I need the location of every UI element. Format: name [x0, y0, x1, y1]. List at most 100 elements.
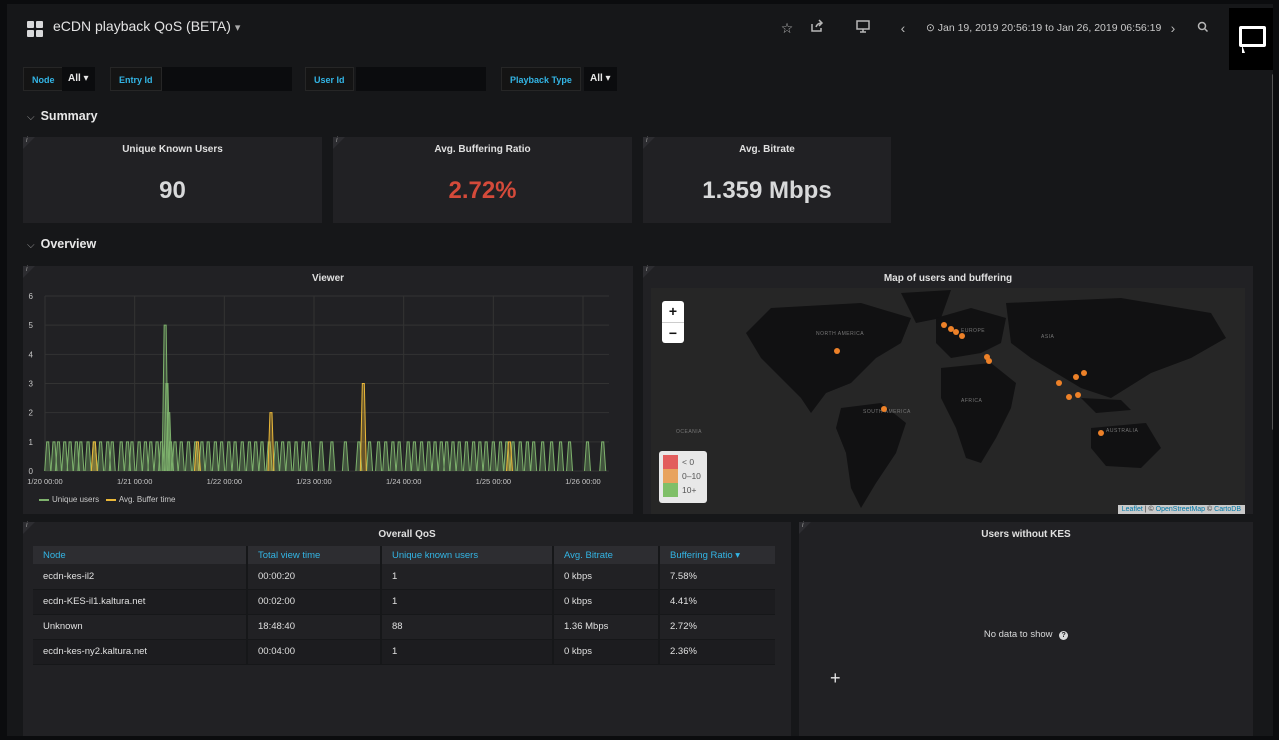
series-point [375, 441, 383, 472]
table-row[interactable]: ecdn-kes-ny2.kaltura.net 00:04:00 1 0 kb… [33, 639, 775, 665]
series-point [285, 441, 293, 472]
users-without-kes-panel: i Users without KES No data to show ? + [799, 522, 1253, 736]
user-id-input[interactable] [356, 67, 486, 91]
zoom-out-button[interactable]: − [662, 322, 684, 343]
overview-row-title[interactable]: ⌵ Overview [27, 237, 96, 251]
info-icon[interactable]: i [336, 137, 338, 144]
chevron-left-icon[interactable]: ‹ [894, 16, 912, 40]
legend-item-buffer-time[interactable]: Avg. Buffer time [105, 495, 175, 504]
map-marker[interactable] [959, 333, 965, 339]
info-icon[interactable]: i [26, 522, 28, 529]
map-legend-item: 10+ [663, 483, 703, 497]
entry-id-input[interactable] [162, 67, 292, 91]
y-tick-label: 1 [29, 438, 34, 447]
stat-title: Unique Known Users [122, 144, 223, 155]
info-icon[interactable]: i [26, 137, 28, 144]
series-point [431, 441, 439, 472]
map-marker[interactable] [1075, 392, 1081, 398]
table-row[interactable]: Unknown 18:48:40 88 1.36 Mbps 2.72% [33, 614, 775, 640]
cursor-crosshair-icon: + [830, 668, 841, 688]
info-icon[interactable]: i [646, 266, 648, 273]
series-point [389, 441, 397, 472]
cell-view-time: 00:00:20 [246, 564, 381, 590]
series-point [455, 441, 463, 472]
cell-avg-bitrate: 1.36 Mbps [552, 614, 659, 640]
series-point [245, 441, 253, 472]
series-point [341, 441, 349, 472]
entry-id-label: Entry Id [110, 67, 162, 91]
x-tick-label: 1/25 00:00 [476, 477, 511, 486]
user-id-label: User Id [305, 67, 354, 91]
legend-item-unique-users[interactable]: Unique users [39, 495, 99, 504]
map-marker[interactable] [834, 348, 840, 354]
series-point [171, 441, 179, 472]
series-point [449, 441, 457, 472]
map-marker[interactable] [1066, 394, 1072, 400]
y-tick-label: 3 [29, 380, 34, 389]
summary-row-title[interactable]: ⌵ Summary [27, 109, 98, 123]
qos-table: Node Total view time Unique known users … [33, 546, 775, 665]
world-map-shapes [746, 290, 1226, 508]
chevron-right-icon[interactable]: › [1164, 16, 1182, 40]
map-marker[interactable] [1073, 374, 1079, 380]
map-zoom-control: + − [662, 301, 684, 343]
series-point [177, 441, 185, 472]
help-icon[interactable]: ? [1059, 631, 1069, 640]
table-row[interactable]: ecdn-kes-il2 00:00:20 1 0 kbps 7.58% [33, 564, 775, 590]
stat-panel-buffering-ratio: i Avg. Buffering Ratio 2.72% [333, 137, 632, 223]
zoom-in-button[interactable]: + [662, 301, 684, 322]
map-attribution: Leaflet | © OpenStreetMap © CartoDB [1117, 505, 1245, 514]
attribution-link-cartodb[interactable]: CartoDB [1214, 506, 1241, 513]
map-legend-item: < 0 [663, 455, 703, 469]
info-icon[interactable]: i [802, 522, 804, 529]
series-point [382, 441, 390, 472]
y-tick-label: 5 [29, 321, 34, 330]
time-range-picker[interactable]: ⊙ Jan 19, 2019 20:56:19 to Jan 26, 2019 … [926, 16, 1161, 40]
map-marker[interactable] [941, 322, 947, 328]
viewer-chart[interactable]: 0 1 2 3 4 5 6 1/20 00:00 1/21 00:00 1/22 00:00 1/2… [23, 266, 633, 514]
map-marker[interactable] [1056, 380, 1062, 386]
column-header-unique-users[interactable]: Unique known users [380, 546, 553, 564]
x-tick-label: 1/21 00:00 [117, 477, 152, 486]
cell-unique-users: 1 [380, 589, 553, 615]
dashboard-title-text: eCDN playback QoS (BETA) [53, 18, 231, 34]
region-label: AFRICA [961, 398, 983, 404]
map-marker[interactable] [1081, 370, 1087, 376]
column-header-buffering-ratio[interactable]: Buffering Ratio ▾ [658, 546, 775, 564]
series-point [317, 441, 325, 472]
table-row[interactable]: ecdn-KES-il1.kaltura.net 00:02:00 1 0 kb… [33, 589, 775, 615]
map-marker[interactable] [953, 329, 959, 335]
search-icon[interactable] [1190, 16, 1216, 40]
column-header-avg-bitrate[interactable]: Avg. Bitrate [552, 546, 659, 564]
world-map[interactable]: NORTH AMERICA SOUTH AMERICA EUROPE AFRIC… [651, 288, 1245, 514]
table-header-row: Node Total view time Unique known users … [33, 546, 775, 564]
chat-button[interactable] [1229, 8, 1273, 70]
map-marker[interactable] [881, 406, 887, 412]
tv-icon[interactable] [850, 16, 876, 40]
no-data-message: No data to show ? [799, 629, 1253, 640]
attribution-link-leaflet[interactable]: Leaflet [1122, 506, 1143, 513]
stat-value: 90 [159, 177, 186, 204]
info-icon[interactable]: i [646, 137, 648, 144]
column-header-view-time[interactable]: Total view time [246, 546, 381, 564]
map-marker[interactable] [986, 358, 992, 364]
share-icon[interactable] [804, 16, 830, 40]
playback-type-select[interactable]: All ▾ [584, 67, 617, 91]
cell-avg-bitrate: 0 kbps [552, 589, 659, 615]
dashboard-title[interactable]: eCDN playback QoS (BETA) ▾ [53, 18, 240, 34]
star-icon[interactable]: ☆ [774, 16, 800, 40]
clock-icon: ⊙ [926, 22, 935, 34]
y-tick-label: 0 [29, 467, 34, 476]
attribution-link-osm[interactable]: OpenStreetMap [1156, 506, 1205, 513]
node-variable-select[interactable]: All ▾ [62, 67, 95, 91]
chat-icon [1239, 26, 1266, 47]
dashboard-grid-icon[interactable] [27, 21, 43, 37]
series-point [395, 441, 403, 472]
cell-view-time: 00:04:00 [246, 639, 381, 665]
stat-title: Avg. Buffering Ratio [434, 144, 531, 155]
column-header-node[interactable]: Node [33, 546, 247, 564]
page-scrollbar[interactable] [1272, 74, 1273, 430]
series-point [90, 441, 98, 472]
cell-buffering-ratio: 2.36% [658, 639, 775, 665]
map-marker[interactable] [1098, 430, 1104, 436]
